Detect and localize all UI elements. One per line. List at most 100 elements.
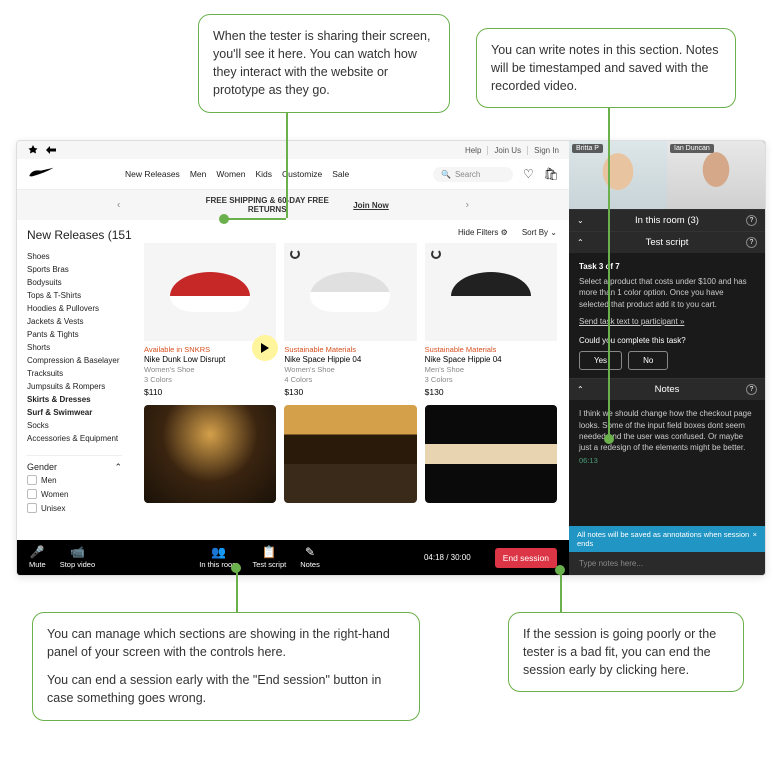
- product-grid: Hide Filters ⚙ Sort By ⌄ Available in SN…: [132, 220, 569, 540]
- product-card[interactable]: Available in SNKRS Nike Dunk Low Disrupt…: [144, 243, 276, 397]
- notes-input[interactable]: Type notes here...: [569, 552, 765, 575]
- nav-men[interactable]: Men: [190, 169, 207, 179]
- product-subtitle: Men's Shoe: [425, 365, 557, 374]
- cat-tops[interactable]: Tops & T-Shirts: [27, 289, 122, 302]
- cat-tracksuits[interactable]: Tracksuits: [27, 367, 122, 380]
- product-image: [310, 272, 390, 312]
- callout-controls: You can manage which sections are showin…: [32, 612, 420, 721]
- product-image: [451, 272, 531, 312]
- people-icon: 👥: [211, 546, 226, 558]
- product-card[interactable]: Sustainable Materials Nike Space Hippie …: [425, 243, 557, 397]
- search-input[interactable]: 🔍 Search: [433, 167, 513, 182]
- help-icon[interactable]: ?: [746, 384, 757, 395]
- side-panel: Britta P Ian Duncan ⌄ In this room (3) ?…: [569, 141, 765, 575]
- cat-shorts[interactable]: Shorts: [27, 341, 122, 354]
- callout-dot: [219, 214, 229, 224]
- notes-panel-head[interactable]: ⌃ Notes ?: [569, 379, 765, 400]
- notes-button[interactable]: ✎Notes: [300, 546, 320, 569]
- chk-women[interactable]: Women: [27, 487, 122, 501]
- product-image: [170, 272, 250, 312]
- cam-participant-2[interactable]: Ian Duncan: [667, 141, 765, 209]
- chk-unisex[interactable]: Unisex: [27, 501, 122, 515]
- yes-button[interactable]: Yes: [579, 351, 622, 370]
- callout-dot: [231, 563, 241, 573]
- loading-icon: [290, 249, 300, 259]
- chevron-right-icon[interactable]: ›: [466, 200, 469, 211]
- end-session-button[interactable]: End session: [495, 548, 557, 568]
- heart-icon[interactable]: ♡: [523, 167, 534, 181]
- nav-new-releases[interactable]: New Releases: [125, 169, 180, 179]
- product-card[interactable]: [144, 405, 276, 503]
- product-name: Nike Space Hippie 04: [284, 355, 416, 364]
- product-colors: 4 Colors: [284, 375, 416, 384]
- product-card[interactable]: Sustainable Materials Nike Space Hippie …: [284, 243, 416, 397]
- cat-shoes[interactable]: Shoes: [27, 250, 122, 263]
- webcams: Britta P Ian Duncan: [569, 141, 765, 209]
- nike-logo[interactable]: [27, 165, 55, 183]
- nav-sale[interactable]: Sale: [332, 169, 349, 179]
- cat-bodysuits[interactable]: Bodysuits: [27, 276, 122, 289]
- link-help[interactable]: Help: [465, 146, 481, 155]
- promo-banner: ‹ FREE SHIPPING & 60-DAY FREE RETURNS Jo…: [17, 190, 569, 220]
- session-timer: 04:18 / 30:00: [424, 553, 471, 562]
- link-join[interactable]: Join Us: [487, 146, 521, 155]
- converse-icon: [45, 144, 57, 156]
- cat-compression[interactable]: Compression & Baselayer: [27, 354, 122, 367]
- help-icon[interactable]: ?: [746, 237, 757, 248]
- test-script-button[interactable]: 📋Test script: [252, 546, 286, 569]
- send-task-link[interactable]: Send task text to participant »: [579, 316, 755, 327]
- mute-button[interactable]: 🎤Mute: [29, 546, 46, 569]
- product-subtitle: Women's Shoe: [284, 365, 416, 374]
- complete-question: Could you complete this task?: [579, 335, 755, 346]
- no-button[interactable]: No: [628, 351, 668, 370]
- chevron-left-icon[interactable]: ‹: [117, 200, 120, 211]
- cat-accessories[interactable]: Accessories & Equipment: [27, 432, 122, 445]
- cat-hoodies[interactable]: Hoodies & Pullovers: [27, 302, 122, 315]
- bag-icon[interactable]: 🛍: [544, 167, 559, 181]
- nav-kids[interactable]: Kids: [256, 169, 273, 179]
- cat-socks[interactable]: Socks: [27, 419, 122, 432]
- cam-name: Britta P: [572, 144, 603, 153]
- sort-by-button[interactable]: Sort By ⌄: [522, 228, 557, 237]
- chevron-up-icon: ⌃: [114, 462, 122, 473]
- cat-jumpsuits[interactable]: Jumpsuits & Rompers: [27, 380, 122, 393]
- chevron-up-icon: ⌃: [577, 238, 584, 247]
- room-panel-head[interactable]: ⌄ In this room (3) ?: [569, 210, 765, 231]
- cam-name: Ian Duncan: [670, 144, 714, 153]
- product-price: $130: [284, 387, 416, 397]
- stop-video-button[interactable]: 📹Stop video: [60, 546, 95, 569]
- note-text: I think we should change how the checkou…: [579, 408, 755, 453]
- chk-men[interactable]: Men: [27, 473, 122, 487]
- product-price: $130: [425, 387, 557, 397]
- hide-filters-button[interactable]: Hide Filters ⚙: [458, 228, 508, 237]
- chevron-down-icon: ⌄: [577, 216, 584, 225]
- close-icon[interactable]: ×: [753, 530, 757, 548]
- room-panel: ⌄ In this room (3) ?: [569, 209, 765, 231]
- promo-join-link[interactable]: Join Now: [353, 201, 389, 210]
- cam-participant-1[interactable]: Britta P: [569, 141, 667, 209]
- notes-save-banner: All notes will be saved as annotations w…: [569, 526, 765, 552]
- product-card[interactable]: [425, 405, 557, 503]
- callout-end: If the session is going poorly or the te…: [508, 612, 744, 692]
- link-signin[interactable]: Sign In: [527, 146, 559, 155]
- nav-women[interactable]: Women: [216, 169, 245, 179]
- product-card[interactable]: [284, 405, 416, 503]
- task-text: Select a product that costs under $100 a…: [579, 276, 755, 310]
- cat-skirts[interactable]: Skirts & Dresses: [27, 393, 122, 406]
- nav-customize[interactable]: Customize: [282, 169, 322, 179]
- help-icon[interactable]: ?: [746, 215, 757, 226]
- product-name: Nike Space Hippie 04: [425, 355, 557, 364]
- cat-jackets[interactable]: Jackets & Vests: [27, 315, 122, 328]
- product-subtitle: Women's Shoe: [144, 365, 276, 374]
- note-timestamp: 06:13: [579, 456, 755, 467]
- callout-dot: [555, 565, 565, 575]
- cat-sports-bras[interactable]: Sports Bras: [27, 263, 122, 276]
- filter-gender-head[interactable]: Gender⌃: [27, 455, 122, 473]
- search-placeholder: Search: [455, 170, 480, 179]
- notes-panel: ⌃ Notes ? I think we should change how t…: [569, 378, 765, 575]
- script-panel-head[interactable]: ⌃ Test script ?: [569, 232, 765, 253]
- product-image: [144, 405, 276, 503]
- cat-surf[interactable]: Surf & Swimwear: [27, 406, 122, 419]
- product-colors: 3 Colors: [144, 375, 276, 384]
- cat-pants[interactable]: Pants & Tights: [27, 328, 122, 341]
